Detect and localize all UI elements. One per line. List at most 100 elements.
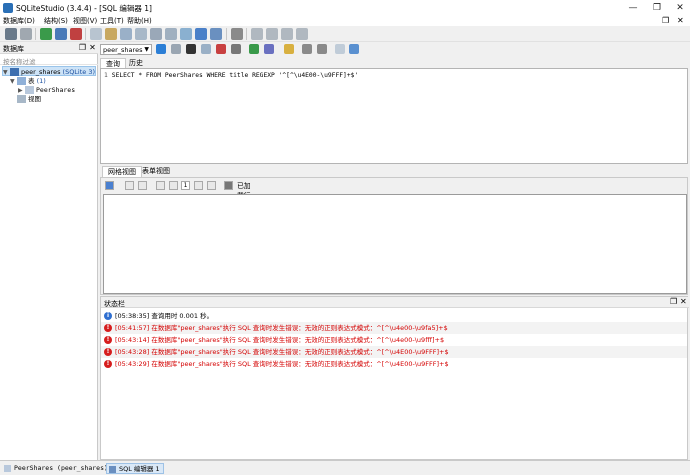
status-panel: 状态栏 ❐ ✕ i [05:38:35] 查询用时 0.001 秒。 ! [05…: [100, 296, 689, 460]
table-icon[interactable]: [135, 28, 147, 40]
tab-grid-view[interactable]: 网格视图: [102, 166, 142, 177]
menu-item-view[interactable]: 视图(V): [73, 16, 97, 26]
rollback-icon[interactable]: [138, 181, 147, 190]
menu-bar: 数据库(D) 结构(S) 视图(V) 工具(T) 帮助(H) ❐ ✕: [0, 16, 690, 26]
status-panel-header: 状态栏 ❐ ✕: [101, 297, 689, 308]
main-toolbar: [0, 26, 690, 42]
toolbar-separator: [85, 28, 86, 40]
minimize-button[interactable]: —: [626, 2, 640, 14]
menu-item-help[interactable]: 帮助(H): [127, 16, 152, 26]
clear-history-icon[interactable]: [201, 44, 211, 54]
views-folder-icon: [17, 95, 26, 103]
execute-query-icon[interactable]: [156, 44, 166, 54]
mdi-close-icon[interactable]: ✕: [677, 16, 684, 26]
import-icon[interactable]: [210, 28, 222, 40]
trigger-icon[interactable]: [165, 28, 177, 40]
connect-db-icon[interactable]: [5, 28, 17, 40]
explain-query-icon[interactable]: [171, 44, 181, 54]
error-icon: !: [104, 324, 112, 332]
app-icon: [3, 3, 13, 13]
format-sql-icon[interactable]: [186, 44, 196, 54]
refresh-results-icon[interactable]: [105, 181, 114, 190]
close-button[interactable]: ✕: [673, 2, 687, 14]
page-number[interactable]: 1: [181, 181, 190, 190]
view-icon[interactable]: [180, 28, 192, 40]
prev-page-icon[interactable]: [169, 181, 178, 190]
error-icon: !: [104, 360, 112, 368]
line-number: 1: [104, 72, 108, 79]
collapse-icon[interactable]: ▼: [10, 77, 17, 87]
tree-item-database[interactable]: ▼ peer_shares (SQLite 3): [2, 66, 96, 76]
chevron-down-icon: ▼: [144, 46, 149, 53]
save-sql-icon[interactable]: [264, 44, 274, 54]
collapse-icon[interactable]: ▼: [3, 68, 10, 78]
status-message: i [05:38:35] 查询用时 0.001 秒。: [101, 310, 687, 322]
database-panel-header: 数据库 ❐ ✕: [0, 42, 98, 54]
menu-item-tools[interactable]: 工具(T): [100, 16, 124, 26]
database-select[interactable]: peer_shares ▼: [100, 44, 152, 55]
window-tile-v-icon[interactable]: [281, 28, 293, 40]
task-table-peershares[interactable]: PeerShares (peer_shares): [2, 463, 111, 474]
open-sql-icon[interactable]: [284, 44, 294, 54]
window-title: SQLiteStudio (3.4.4) - [SQL 编辑器 1]: [16, 4, 152, 13]
grid-settings-icon[interactable]: [224, 181, 233, 190]
table-icon: [4, 465, 11, 472]
database-panel: 数据库 ❐ ✕ 按名称过滤 ▼ peer_shares (SQLite 3) ▼ 表…: [0, 42, 98, 460]
sql-line: 1 SELECT * FROM PeerShares WHERE title RE…: [104, 72, 358, 79]
window-tile-h-icon[interactable]: [266, 28, 278, 40]
first-page-icon[interactable]: [156, 181, 165, 190]
menu-item-database[interactable]: 数据库(D): [3, 16, 35, 26]
sql-editor-icon: [109, 466, 116, 473]
tree-item-views[interactable]: 视图: [17, 94, 41, 104]
expand-icon[interactable]: [195, 28, 207, 40]
title-bar: SQLiteStudio (3.4.4) - [SQL 编辑器 1] — ❐ ✕: [0, 0, 690, 16]
refresh-icon[interactable]: [90, 28, 102, 40]
edit-db-icon[interactable]: [55, 28, 67, 40]
database-panel-title: 数据库: [3, 45, 24, 53]
table-icon: [25, 86, 34, 94]
last-page-icon[interactable]: [207, 181, 216, 190]
status-message: ! [05:41:57] 在数据库"peer_shares"执行 SQL 查询时…: [101, 322, 687, 334]
results-grid[interactable]: [103, 194, 687, 294]
tables-folder-icon: [17, 77, 26, 85]
toolbar-separator: [246, 28, 247, 40]
toolbar-separator: [35, 28, 36, 40]
info-icon: i: [104, 312, 112, 320]
collation-icon[interactable]: [120, 28, 132, 40]
mdi-restore-icon[interactable]: ❐: [662, 16, 669, 26]
layout-vertical-icon[interactable]: [335, 44, 345, 54]
menu-item-structure[interactable]: 结构(S): [44, 16, 68, 26]
db-filter-input[interactable]: 按名称过滤: [0, 54, 98, 66]
function-icon[interactable]: [105, 28, 117, 40]
panel-float-icon[interactable]: ❐: [670, 297, 677, 306]
remove-db-icon[interactable]: [70, 28, 82, 40]
error-icon: !: [104, 336, 112, 344]
window-cascade-icon[interactable]: [296, 28, 308, 40]
status-panel-title: 状态栏: [104, 300, 125, 308]
commit-icon[interactable]: [125, 181, 134, 190]
add-db-icon[interactable]: [40, 28, 52, 40]
disconnect-db-icon[interactable]: [20, 28, 32, 40]
status-message: ! [05:43:29] 在数据库"peer_shares"执行 SQL 查询时…: [101, 358, 687, 370]
status-message: ! [05:43:28] 在数据库"peer_shares"执行 SQL 查询时…: [101, 346, 687, 358]
find-icon[interactable]: [302, 44, 312, 54]
layout-horizontal-icon[interactable]: [349, 44, 359, 54]
tab-form-view[interactable]: 表单视图: [137, 166, 175, 177]
find-next-icon[interactable]: [317, 44, 327, 54]
panel-close-icon[interactable]: ✕: [88, 43, 97, 52]
wrench-icon[interactable]: [231, 28, 243, 40]
clear-editor-icon[interactable]: [216, 44, 226, 54]
next-page-icon[interactable]: [194, 181, 203, 190]
task-sql-editor[interactable]: SQL 编辑器 1: [106, 463, 164, 474]
print-icon[interactable]: [231, 44, 241, 54]
sql-editor[interactable]: 1 SELECT * FROM PeerShares WHERE title RE…: [100, 68, 688, 164]
status-message: ! [05:43:14] 在数据库"peer_shares"执行 SQL 查询时…: [101, 334, 687, 346]
export-icon[interactable]: [249, 44, 259, 54]
window-tile-icon[interactable]: [251, 28, 263, 40]
results-panel: 1 已加载行数：0: [100, 177, 688, 295]
maximize-button[interactable]: ❐: [650, 2, 664, 14]
index-icon[interactable]: [150, 28, 162, 40]
panel-float-icon[interactable]: ❐: [78, 43, 87, 52]
window-taskbar: PeerShares (peer_shares) SQL 编辑器 1: [0, 460, 690, 475]
panel-close-icon[interactable]: ✕: [680, 297, 687, 306]
